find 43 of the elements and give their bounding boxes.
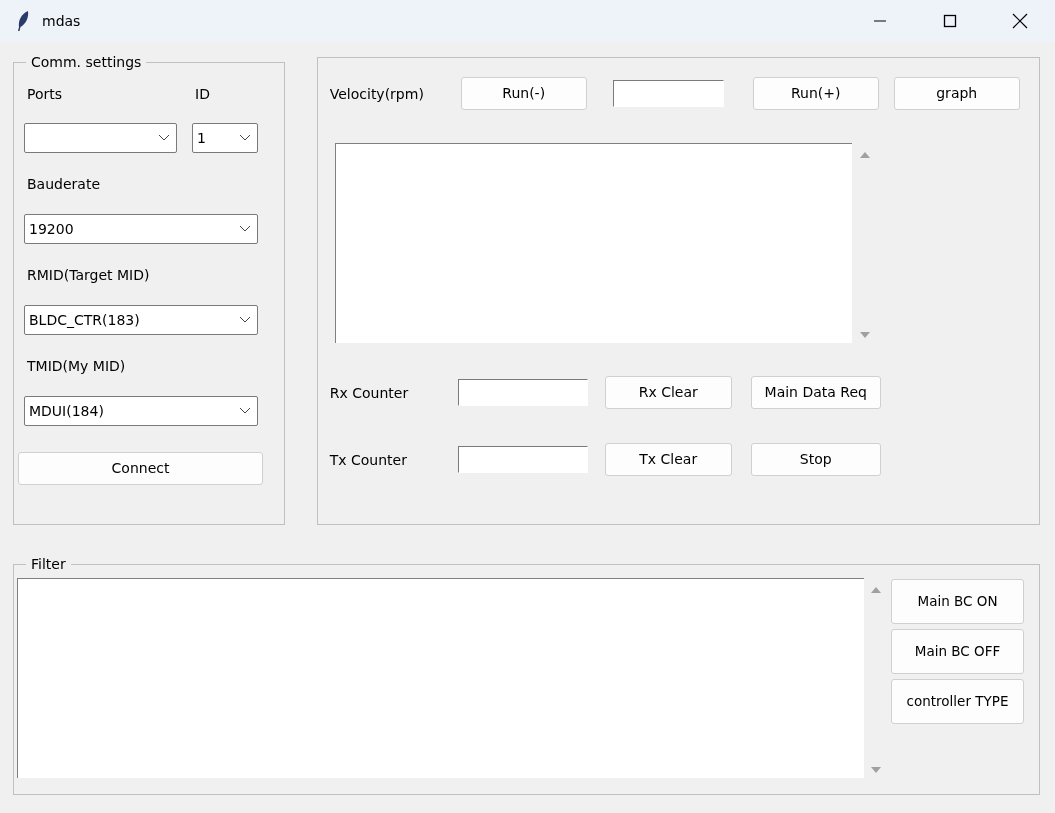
feather-icon (16, 10, 30, 32)
counter-input[interactable] (457, 446, 588, 473)
graph-button[interactable]: graph (893, 77, 1020, 110)
counter-input[interactable] (457, 379, 588, 406)
filter-action-button[interactable]: controller TYPE (891, 679, 1024, 724)
filter-action-button[interactable]: Main BC OFF (891, 629, 1024, 674)
group-label: Comm. settings (26, 53, 147, 71)
scroll-up-icon (870, 586, 882, 594)
scroll-up-icon (858, 151, 871, 159)
id-dropdown[interactable]: 1 (192, 123, 258, 153)
close-icon (1012, 13, 1028, 29)
field-label: RMID(Target MID) (27, 266, 151, 284)
ports-label: Ports (27, 85, 64, 103)
clear-button[interactable]: Tx Clear (604, 443, 732, 476)
output-text-area[interactable] (334, 143, 852, 343)
action-button[interactable]: Stop (750, 443, 881, 476)
filter-text-area[interactable] (17, 578, 864, 778)
counter-label: Tx Counter (329, 450, 408, 469)
id-label: ID (195, 85, 210, 103)
clear-button[interactable]: Rx Clear (604, 376, 732, 409)
scroll-down-icon (870, 766, 882, 774)
chevron-down-icon (239, 316, 251, 324)
chevron-down-icon (239, 134, 251, 142)
dropdown[interactable]: BLDC_CTR(183) (24, 305, 258, 335)
run-plus-button[interactable]: Run(+) (752, 77, 879, 110)
field-label: Bauderate (27, 175, 101, 193)
dropdown[interactable]: MDUI(184) (24, 396, 258, 426)
window-title: mdas (42, 11, 81, 31)
connect-button[interactable]: Connect (18, 452, 263, 485)
dropdown[interactable]: 19200 (24, 214, 258, 244)
velocity-input[interactable] (612, 80, 724, 107)
chevron-down-icon (239, 225, 251, 233)
scroll-down-icon (858, 331, 871, 339)
action-button[interactable]: Main Data Req (750, 376, 881, 409)
maximize-icon (943, 14, 957, 28)
field-label: TMID(My MID) (27, 357, 127, 375)
counter-label: Rx Counter (329, 383, 410, 402)
run-minus-button[interactable]: Run(-) (460, 77, 587, 110)
ports-dropdown[interactable] (24, 123, 177, 153)
filter-action-button[interactable]: Main BC ON (891, 579, 1024, 624)
chevron-down-icon (158, 134, 170, 142)
velocity-label: Velocity(rpm) (329, 84, 425, 103)
chevron-down-icon (239, 407, 251, 415)
